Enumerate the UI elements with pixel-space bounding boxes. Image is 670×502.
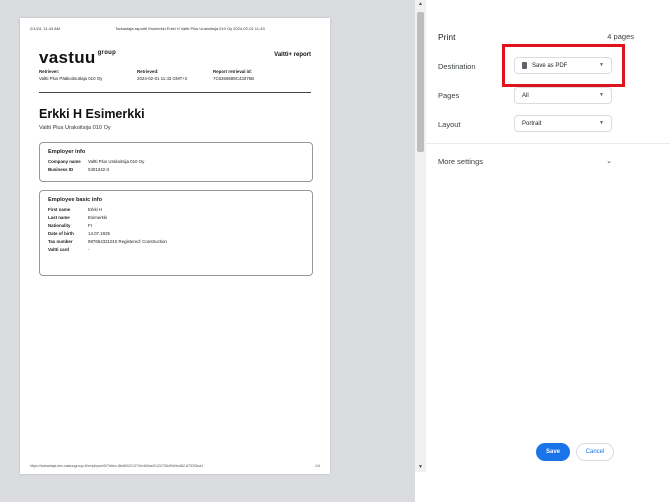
cancel-button[interactable]: Cancel [576,443,614,461]
pages-select[interactable]: All ▼ [514,87,612,104]
print-title: Print [438,32,456,42]
meta-retrieval-id: Report retrieval id: 7C6366589C43375B [213,69,255,81]
layout-select[interactable]: Portrait ▼ [514,115,612,132]
destination-label: Destination [438,62,476,71]
card-title: Employer info [48,149,86,155]
meta-retriever: Retriever: Valtti Plus Pääkoitsuttaja 01… [39,69,103,81]
person-name: Erkki H Esimerkki [39,107,145,121]
info-row: Last name Esimerkki [48,215,108,220]
destination-highlight [502,44,625,87]
scroll-up-icon[interactable]: ▲ [418,2,423,7]
scroll-thumb[interactable] [417,12,424,152]
info-row: Nationality FI [48,223,92,228]
chevron-down-icon[interactable]: ⌄ [606,157,612,165]
report-type: Valtti+ report [274,52,311,58]
layout-value: Portrait [522,120,542,127]
more-settings-toggle[interactable]: More settings [438,157,483,166]
employee-basic-info-card: Employee basic info First name Erkki H La… [39,190,313,276]
print-settings-panel: Print 4 pages Destination Save as PDF ▼ … [426,0,670,502]
employer-info-card: Employer info Company name Valtti Plus Ur… [39,142,313,182]
sheet-count: 4 pages [607,32,634,41]
chevron-down-icon: ▼ [599,92,604,98]
divider [39,92,311,93]
info-row: Valtti card - [48,247,90,252]
info-row: Business ID 0401342-3 [48,167,109,172]
meta-retrieved: Retrieved: 2024-02-01 11:43 GMT+2 [137,69,188,81]
preview-page: 2/1/24, 11:43 AM Tarkastaja-raportti Esi… [20,18,330,474]
page-header-title: Tarkastaja-raportti Esimerkki Erkki H Va… [115,26,265,31]
report-meta: Retriever: Valtti Plus Pääkoitsuttaja 01… [39,69,311,81]
vastuu-logo: vastuu group [39,48,117,67]
person-company: Valtti Plus Urakoitsija 010 Oy [39,125,111,131]
pages-value: All [522,92,529,99]
page-header-date: 2/1/24, 11:43 AM [30,26,60,31]
pages-label: Pages [438,91,460,100]
info-row: Date of birth 14.07.1925 [48,231,110,236]
print-preview-area: 2/1/24, 11:43 AM Tarkastaja-raportti Esi… [0,0,415,502]
page-footer-number: 1/4 [315,464,320,468]
page-header: 2/1/24, 11:43 AM Tarkastaja-raportti Esi… [30,26,320,31]
page-footer-url: https://tarkastaja.dev.vastuugroup.fi/em… [30,464,204,468]
preview-scrollbar[interactable]: ▲ ▼ [415,0,426,472]
info-row: Company name Valtti Plus Urakoitsija 010 … [48,159,145,164]
layout-label: Layout [438,120,461,129]
scroll-down-icon[interactable]: ▼ [418,465,423,470]
page-footer: https://tarkastaja.dev.vastuugroup.fi/em… [30,464,320,468]
info-row: First name Erkki H [48,207,103,212]
settings-divider [426,143,670,144]
info-row: Tax number 987654321010 Registered: Const… [48,239,167,244]
save-button[interactable]: Save [536,443,570,461]
card-title: Employee basic info [48,197,103,203]
chevron-down-icon: ▼ [599,120,604,126]
